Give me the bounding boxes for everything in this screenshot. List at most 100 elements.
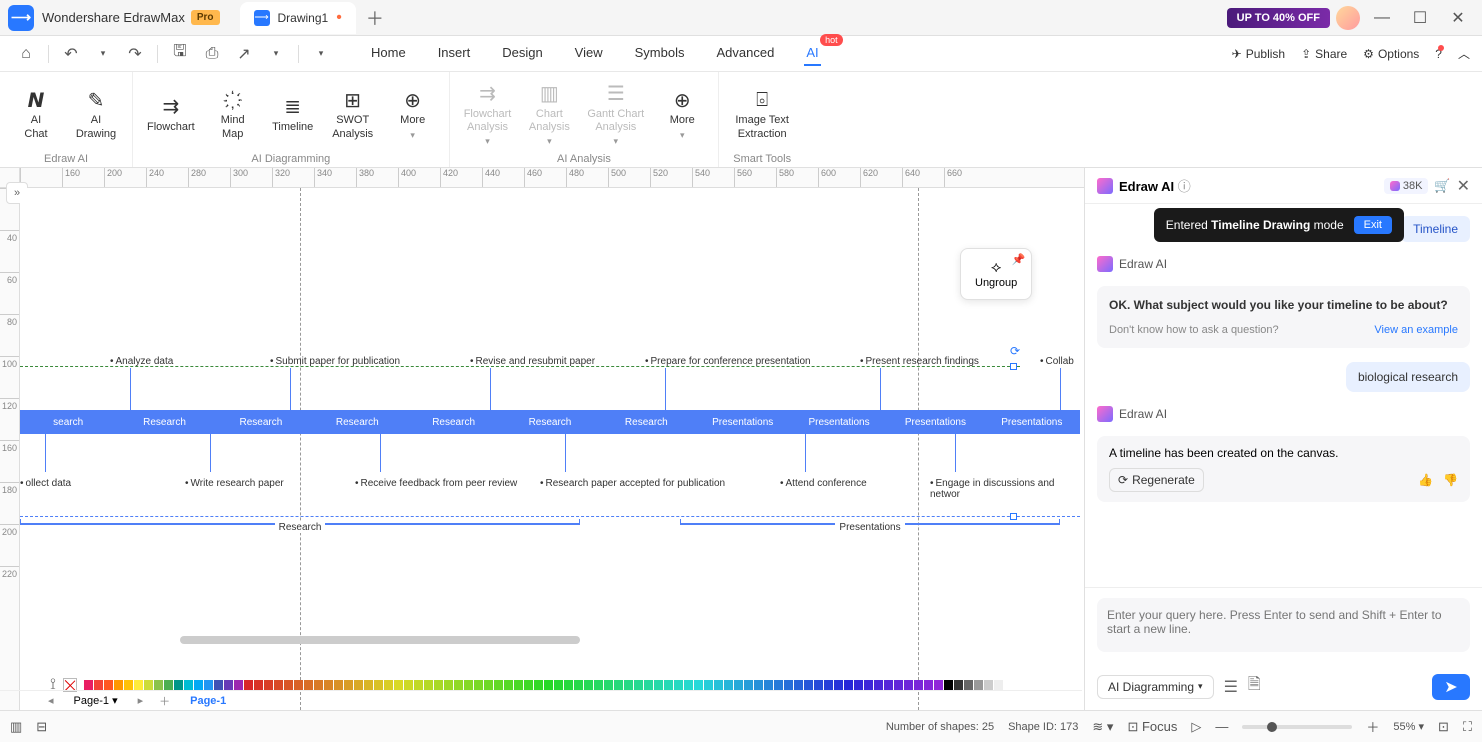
view-example-link[interactable]: View an example xyxy=(1374,324,1458,336)
color-swatch[interactable] xyxy=(864,680,873,691)
pin-icon[interactable]: 📌 xyxy=(1012,253,1026,266)
color-swatch[interactable] xyxy=(544,680,553,691)
thumbs-down-button[interactable]: 👎 xyxy=(1443,473,1458,487)
color-swatch[interactable] xyxy=(184,680,193,691)
color-swatch[interactable] xyxy=(964,680,973,691)
color-swatch[interactable] xyxy=(574,680,583,691)
color-swatch[interactable] xyxy=(944,680,953,691)
page-selector[interactable]: Page-1 ▾ xyxy=(66,692,126,709)
color-swatch[interactable] xyxy=(464,680,473,691)
color-swatch[interactable] xyxy=(734,680,743,691)
mindmap-tool[interactable]: ҉Mind Map xyxy=(211,78,255,151)
color-swatch[interactable] xyxy=(624,680,633,691)
color-swatch[interactable] xyxy=(974,680,983,691)
timeline-event[interactable]: Present research findings xyxy=(860,356,979,367)
regenerate-button[interactable]: ⟳Regenerate xyxy=(1109,468,1204,492)
color-swatch[interactable] xyxy=(824,680,833,691)
color-swatch[interactable] xyxy=(444,680,453,691)
share-link[interactable]: ⇪Share xyxy=(1301,47,1347,61)
timeline-event[interactable]: Receive feedback from peer review xyxy=(355,478,517,489)
exit-mode-button[interactable]: Exit xyxy=(1354,216,1392,234)
timeline-event[interactable]: Submit paper for publication xyxy=(270,356,400,367)
color-swatch[interactable] xyxy=(874,680,883,691)
color-swatch[interactable] xyxy=(724,680,733,691)
color-swatch[interactable] xyxy=(674,680,683,691)
close-panel-button[interactable]: ✕ xyxy=(1457,176,1470,196)
color-swatch[interactable] xyxy=(904,680,913,691)
timeline-event[interactable]: Revise and resubmit paper xyxy=(470,356,595,367)
color-swatch[interactable] xyxy=(414,680,423,691)
more-analysis-tool[interactable]: ⊕More▾ xyxy=(660,78,704,151)
color-swatch[interactable] xyxy=(274,680,283,691)
color-swatch[interactable] xyxy=(704,680,713,691)
cart-icon[interactable]: 🛒 xyxy=(1434,178,1450,194)
layers-icon[interactable]: ≋ ▾ xyxy=(1092,719,1113,735)
timeline-event[interactable]: Analyze data xyxy=(110,356,173,367)
help-button[interactable]: ? xyxy=(1435,47,1442,61)
color-swatch[interactable] xyxy=(494,680,503,691)
more-diagram-tool[interactable]: ⊕More▾ xyxy=(391,78,435,151)
page-layout-icon[interactable]: ▥ xyxy=(10,719,22,735)
color-swatch[interactable] xyxy=(954,680,963,691)
options-link[interactable]: ⚙Options xyxy=(1363,47,1419,61)
user-avatar[interactable] xyxy=(1336,6,1360,30)
color-swatch[interactable] xyxy=(594,680,603,691)
ai-credits[interactable]: 38K xyxy=(1384,178,1429,194)
color-swatch[interactable] xyxy=(134,680,143,691)
color-swatch[interactable] xyxy=(144,680,153,691)
print-button[interactable]: ⎙ xyxy=(198,41,226,67)
zoom-in[interactable]: ＋ xyxy=(1366,717,1379,736)
page-tab-active[interactable]: Page-1 xyxy=(182,693,234,709)
timeline-event[interactable]: Collab xyxy=(1040,356,1074,367)
color-swatch[interactable] xyxy=(774,680,783,691)
undo-dropdown[interactable]: ▾ xyxy=(89,41,117,67)
color-swatch[interactable] xyxy=(514,680,523,691)
timeline-event[interactable]: Prepare for conference presentation xyxy=(645,356,811,367)
color-swatch[interactable] xyxy=(224,680,233,691)
color-swatch[interactable] xyxy=(434,680,443,691)
ai-chat-tool[interactable]: 𝙉AI Chat xyxy=(14,78,58,151)
color-swatch[interactable] xyxy=(214,680,223,691)
zoom-level[interactable]: 55% ▾ xyxy=(1393,720,1424,733)
export-button[interactable]: ↗ xyxy=(230,41,258,67)
page-next[interactable]: ▸ xyxy=(134,694,148,707)
color-swatch[interactable] xyxy=(834,680,843,691)
more-qa[interactable]: ▾ xyxy=(307,41,335,67)
color-swatch[interactable] xyxy=(254,680,263,691)
send-button[interactable]: ➤ xyxy=(1432,674,1470,700)
color-swatch[interactable] xyxy=(714,680,723,691)
publish-link[interactable]: ✈Publish xyxy=(1232,47,1285,61)
color-swatch[interactable] xyxy=(684,680,693,691)
color-swatch[interactable] xyxy=(234,680,243,691)
menu-ai[interactable]: AIhot xyxy=(804,41,820,66)
color-swatch[interactable] xyxy=(84,680,93,691)
close-button[interactable]: ✕ xyxy=(1442,4,1474,32)
color-swatch[interactable] xyxy=(164,680,173,691)
color-swatch[interactable] xyxy=(554,680,563,691)
menu-symbols[interactable]: Symbols xyxy=(633,41,687,66)
color-swatch[interactable] xyxy=(744,680,753,691)
save-button[interactable]: 🖫 xyxy=(166,41,194,67)
color-swatch[interactable] xyxy=(784,680,793,691)
color-swatch[interactable] xyxy=(374,680,383,691)
page-prev[interactable]: ◂ xyxy=(44,694,58,707)
add-tab-button[interactable]: ＋ xyxy=(366,5,384,31)
zoom-out[interactable]: — xyxy=(1215,719,1228,734)
color-swatch[interactable] xyxy=(294,680,303,691)
timeline-event[interactable]: Write research paper xyxy=(185,478,284,489)
color-swatch[interactable] xyxy=(654,680,663,691)
timeline-bar[interactable]: searchResearchResearchResearchResearchRe… xyxy=(20,410,1080,434)
color-swatch[interactable] xyxy=(884,680,893,691)
export-dropdown[interactable]: ▾ xyxy=(262,41,290,67)
fit-page-icon[interactable]: ⊡ xyxy=(1438,719,1449,735)
menu-home[interactable]: Home xyxy=(369,41,408,66)
color-swatch[interactable] xyxy=(94,680,103,691)
color-swatch[interactable] xyxy=(764,680,773,691)
rotate-handle[interactable]: ⟳ xyxy=(1010,344,1020,358)
color-swatch[interactable] xyxy=(304,680,313,691)
color-swatch[interactable] xyxy=(914,680,923,691)
color-swatch[interactable] xyxy=(1004,680,1013,691)
color-swatch[interactable] xyxy=(564,680,573,691)
color-swatch[interactable] xyxy=(644,680,653,691)
color-swatch[interactable] xyxy=(404,680,413,691)
